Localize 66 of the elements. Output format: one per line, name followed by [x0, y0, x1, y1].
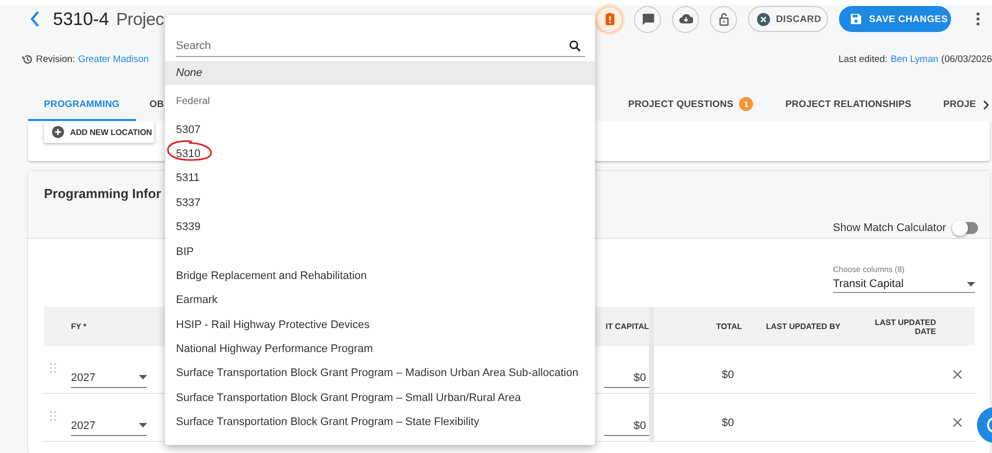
- padlock-button[interactable]: [710, 6, 737, 32]
- alert-icon: [602, 12, 616, 26]
- toggle-label: Show Match Calculator: [832, 222, 946, 234]
- close-icon[interactable]: [953, 418, 962, 427]
- alert-button[interactable]: [596, 6, 623, 32]
- dropdown-option[interactable]: Earmark: [165, 288, 595, 313]
- discard-button[interactable]: DISCARD: [748, 6, 828, 32]
- cancel-icon: [757, 12, 770, 26]
- last-edited-label: Last edited:: [838, 54, 888, 64]
- drag-handle-icon[interactable]: [50, 363, 56, 373]
- caret-icon: [967, 282, 975, 286]
- section-title: Programming Infor: [44, 186, 162, 201]
- close-icon[interactable]: [953, 370, 962, 379]
- dropdown-option[interactable]: National Highway Performance Program: [165, 336, 595, 362]
- dropdown-option[interactable]: Bridge Replacement and Rehabilitation: [165, 264, 595, 288]
- dropdown-option[interactable]: HSIP - Rail Highway Protective Devices: [165, 312, 595, 337]
- group-heading: Federal: [175, 95, 211, 110]
- revision-label: Revision:: [36, 54, 76, 64]
- column-header: TOTAL: [716, 322, 742, 331]
- dropdown-option[interactable]: 5339: [165, 214, 595, 240]
- dropdown-option[interactable]: None: [165, 61, 595, 86]
- dropdown-option[interactable]: 5310: [165, 142, 595, 166]
- year-select[interactable]: 2027: [71, 362, 147, 388]
- more-options-icon[interactable]: [976, 12, 980, 26]
- table-cell: $0: [722, 416, 734, 428]
- save-button[interactable]: SAVE CHANGES: [839, 6, 951, 32]
- search-field[interactable]: Search: [176, 37, 585, 57]
- drag-handle-icon[interactable]: [50, 411, 56, 421]
- padlock-icon: [716, 12, 730, 26]
- count-badge: 1: [739, 97, 754, 111]
- comment-icon: [640, 12, 654, 26]
- history-icon: [22, 54, 33, 64]
- last-edited-date: (06/03/2026: [941, 54, 992, 64]
- add-location-button[interactable]: ADD NEW LOCATION: [44, 121, 154, 143]
- dropdown-option[interactable]: 5311: [165, 166, 595, 191]
- column-header: FY *: [71, 322, 86, 331]
- back-icon: [30, 11, 40, 27]
- plus-circle-icon: [52, 126, 64, 138]
- match-calculator-toggle[interactable]: [954, 222, 978, 234]
- column-header: LAST UPDATED BY: [766, 322, 841, 331]
- tab[interactable]: PROJE: [927, 89, 992, 121]
- year-select[interactable]: 2027: [71, 410, 147, 436]
- project-number: 5310-4: [53, 8, 110, 30]
- column-header: IT CAPITAL: [606, 322, 649, 331]
- columns-select[interactable]: Choose columns (8) Transit Capital: [833, 265, 975, 293]
- dropdown-option[interactable]: Surface Transportation Block Grant Program – State Flexibility: [165, 410, 595, 434]
- dropdown-option[interactable]: 5307: [165, 117, 595, 142]
- caret-icon: [139, 423, 147, 428]
- project-title: Projec: [116, 8, 164, 30]
- amount-field[interactable]: $0: [604, 362, 649, 388]
- amount-field[interactable]: $0: [604, 410, 649, 436]
- comment-button[interactable]: [634, 6, 661, 32]
- column-header: LAST UPDATED DATE: [874, 318, 936, 336]
- caret-icon: [139, 375, 147, 380]
- tab[interactable]: PROJECT RELATIONSHIPS: [769, 89, 928, 121]
- tab[interactable]: PROJECT QUESTIONS 1: [628, 89, 770, 121]
- search-icon: [569, 40, 581, 52]
- dropdown-option[interactable]: 5337: [165, 190, 595, 215]
- cloud-download-icon: [678, 12, 692, 26]
- tab[interactable]: OB: [136, 89, 164, 121]
- dropdown-option[interactable]: Surface Transportation Block Grant Program – Small Urban/Rural Area: [165, 386, 595, 410]
- dropdown-option[interactable]: Surface Transportation Block Grant Program – Madison Urban Area Sub-allocation: [165, 361, 595, 386]
- cloud-download-button[interactable]: [672, 6, 699, 32]
- chevron-right-icon[interactable]: [983, 100, 989, 110]
- table-cell: $0: [722, 368, 734, 380]
- dropdown-option[interactable]: BIP: [165, 239, 595, 264]
